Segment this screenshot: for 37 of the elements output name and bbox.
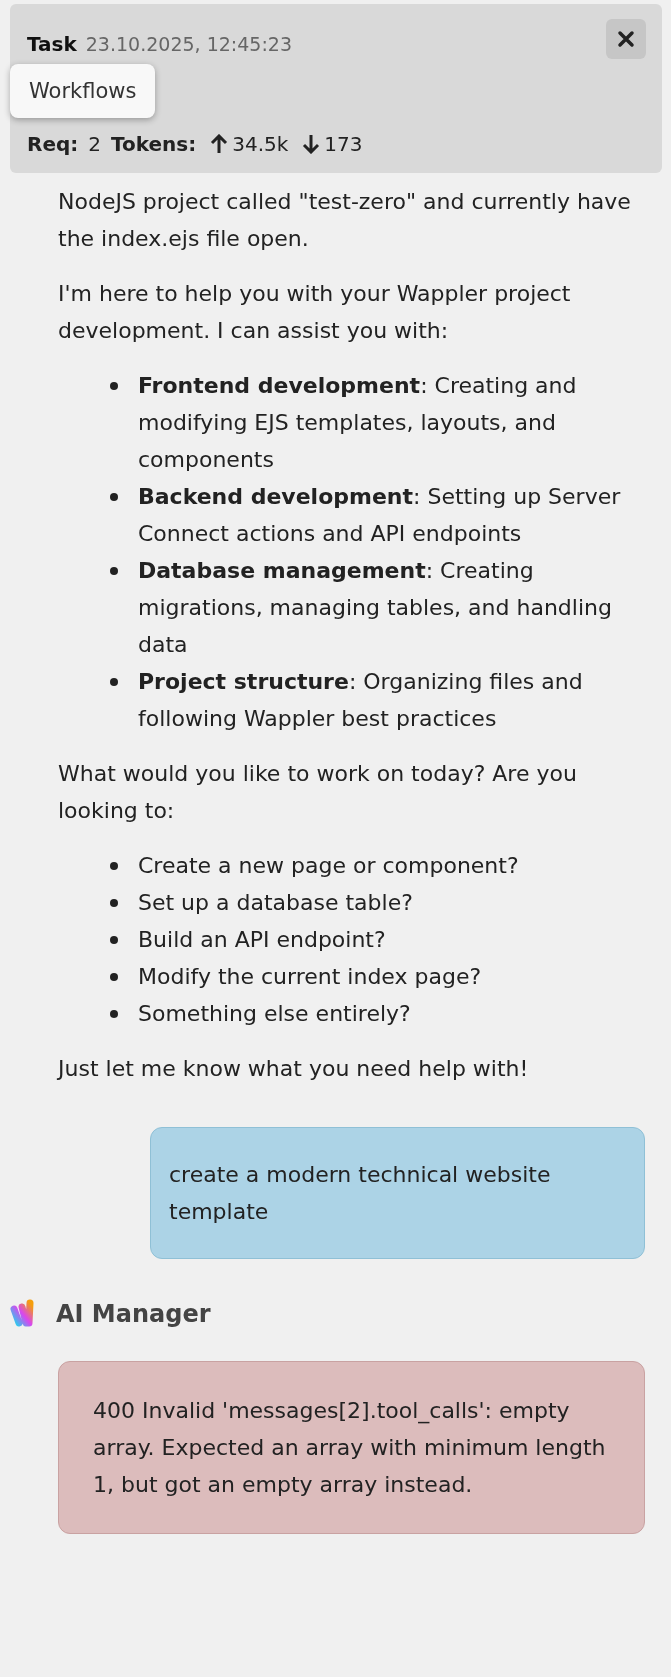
req-value: 2	[88, 132, 101, 156]
list-item: Something else entirely?	[138, 1001, 411, 1026]
arrow-down-icon	[302, 134, 321, 154]
tokens-label: Tokens:	[111, 132, 197, 156]
list-item: Create a new page or component?	[138, 853, 519, 878]
assistant-name: AI Manager	[56, 1300, 211, 1328]
close-icon	[617, 30, 635, 48]
message-paragraph: NodeJS project called "test-zero" and currently have the index.ejs file open.	[58, 188, 632, 253]
task-title: Task	[27, 32, 77, 56]
bullet-icon	[110, 493, 118, 501]
message-paragraph: Just let me know what you need help with!	[58, 1055, 530, 1083]
message-paragraph: What would you like to work on today? Are you looking to:	[58, 760, 578, 825]
close-button[interactable]	[606, 19, 646, 59]
list-item: Frontend development: Creating and modifying EJS templates, layouts, and components	[138, 373, 577, 472]
arrow-up-icon	[210, 134, 229, 154]
list-item: Modify the current index page?	[138, 964, 482, 989]
error-message: 400 Invalid 'messages[2].tool_calls': empty array. Expected an array with minimum length 1, but got an empty array instead.	[58, 1361, 645, 1534]
list-item: Database management: Creating migrations, managing tables, and handling data	[138, 558, 612, 657]
bullet-icon	[110, 862, 118, 870]
user-message: create a modern technical website template	[150, 1127, 645, 1259]
list-item: Project structure: Organizing files and following Wappler best practices	[138, 669, 583, 731]
bullet-icon	[110, 382, 118, 390]
list-item: Set up a database table?	[138, 890, 413, 915]
bullet-icon	[110, 678, 118, 686]
list-item: Backend development: Setting up Server Connect actions and API endpoints	[138, 484, 621, 546]
list-item: Build an API endpoint?	[138, 927, 386, 952]
bullet-icon	[110, 899, 118, 907]
bullet-icon	[110, 567, 118, 575]
bullet-icon	[110, 973, 118, 981]
req-label: Req:	[27, 132, 79, 156]
bullet-icon	[110, 1010, 118, 1018]
bullet-icon	[110, 936, 118, 944]
task-timestamp: 23.10.2025, 12:45:23	[85, 33, 292, 55]
tokens-out: 173	[324, 132, 363, 156]
message-paragraph: I'm here to help you with your Wappler project development. I can assist you with:	[58, 280, 572, 345]
tokens-in: 34.5k	[232, 132, 289, 156]
workflows-tooltip: Workflows	[10, 64, 156, 118]
